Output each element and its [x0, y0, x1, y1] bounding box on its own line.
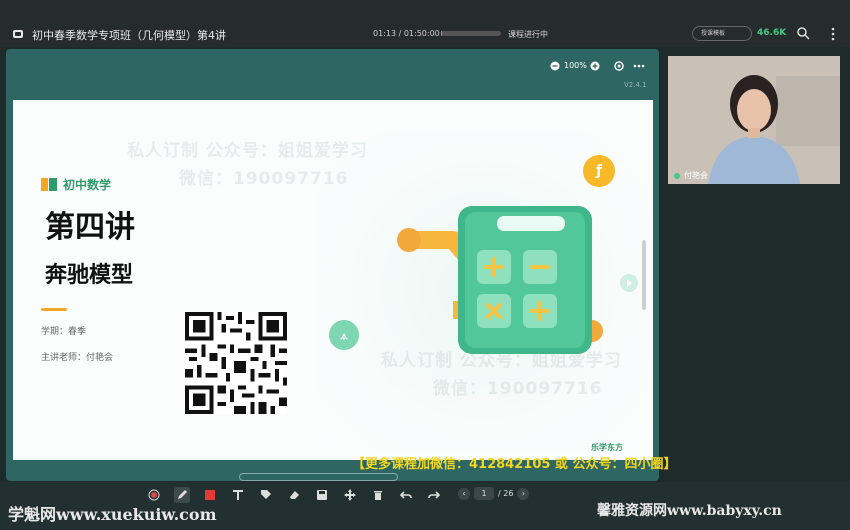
tag-icon[interactable]: [258, 487, 274, 503]
playback-progress[interactable]: [441, 31, 501, 36]
qr-code: [185, 312, 287, 414]
move-icon[interactable]: [342, 487, 358, 503]
watermark-text: 私人订制 公众号：姐姐爱学习: [127, 141, 368, 161]
text-icon[interactable]: [230, 487, 246, 503]
watermark-text: 微信：190097716: [433, 379, 603, 399]
subject-label: 初中数学: [63, 178, 112, 192]
teacher-name: 付艳会: [684, 171, 708, 180]
calculator-illustration: [397, 206, 603, 354]
redo-icon[interactable]: [426, 487, 442, 503]
prev-page-button[interactable]: ‹: [458, 487, 470, 500]
more-vertical-icon[interactable]: [830, 27, 836, 41]
teacher-label: 主讲老师：付艳会: [41, 353, 114, 363]
fit-screen-icon[interactable]: [614, 61, 624, 71]
undo-icon[interactable]: [398, 487, 414, 503]
page-navigator: ‹ 1 / 26 ›: [458, 487, 530, 500]
lecture-topic: 奔驰模型: [45, 263, 134, 288]
book-icon: [41, 178, 57, 191]
save-icon[interactable]: [314, 487, 330, 503]
delete-icon[interactable]: [370, 487, 386, 503]
current-page-input[interactable]: 1: [474, 487, 494, 500]
next-page-button[interactable]: ›: [517, 487, 530, 500]
subject-brand: 初中数学: [41, 176, 111, 193]
app-logo-icon: [13, 30, 23, 38]
top-bar: 初中春季数学专项班（几何模型）第4讲 01:13 / 01:50:00 课程进行…: [0, 0, 850, 47]
slide-canvas: 私人订制 公众号：姐姐爱学习 微信：19009771​6 私人订制 公众号：姐姐…: [13, 100, 653, 460]
zoom-level: 100%: [564, 61, 587, 70]
progress-fill: [441, 31, 443, 36]
template-button[interactable]: 授课模板: [692, 26, 752, 41]
teacher-name-tag: 付艳会: [674, 170, 708, 181]
accent-divider: [41, 308, 67, 311]
more-horizontal-icon[interactable]: [633, 64, 645, 68]
next-arrow-icon[interactable]: [620, 274, 638, 292]
playback-time: 01:13 / 01:50:00: [373, 29, 440, 38]
course-title: 初中春季数学专项班（几何模型）第4讲: [32, 29, 226, 42]
total-pages: / 26: [498, 489, 514, 498]
zoom-in-icon[interactable]: [590, 61, 600, 71]
mic-status-icon: [674, 172, 680, 179]
site-watermark-left: 学魁网www.xuekuiw.com: [8, 505, 217, 524]
teacher-video: 付艳会: [668, 56, 840, 184]
network-speed: 46.6K: [757, 28, 787, 38]
search-icon[interactable]: [796, 26, 810, 40]
eraser-icon[interactable]: [286, 487, 302, 503]
lecture-number: 第四讲: [45, 210, 135, 245]
promo-banner: 【更多课程加微信：412842105 或 公众号：四小圈】: [352, 457, 677, 472]
vertical-scrollbar[interactable]: [642, 240, 646, 310]
term-label: 学期：春季: [41, 327, 87, 337]
zoom-out-icon[interactable]: [550, 61, 560, 71]
site-watermark-right: 馨雅资源网www.babyxy.cn: [597, 503, 782, 519]
teacher-avatar: [668, 56, 840, 184]
class-status: 课程进行中: [508, 30, 548, 39]
formula-icon: ƒ: [583, 155, 615, 187]
horizontal-scrollbar[interactable]: [239, 473, 398, 481]
brand-logo: 乐学东方: [591, 443, 623, 452]
compass-icon: ⟑: [329, 320, 359, 350]
watermark-text: 微信：19009771​6: [179, 169, 349, 189]
version-label: V2.4.1: [624, 81, 647, 89]
